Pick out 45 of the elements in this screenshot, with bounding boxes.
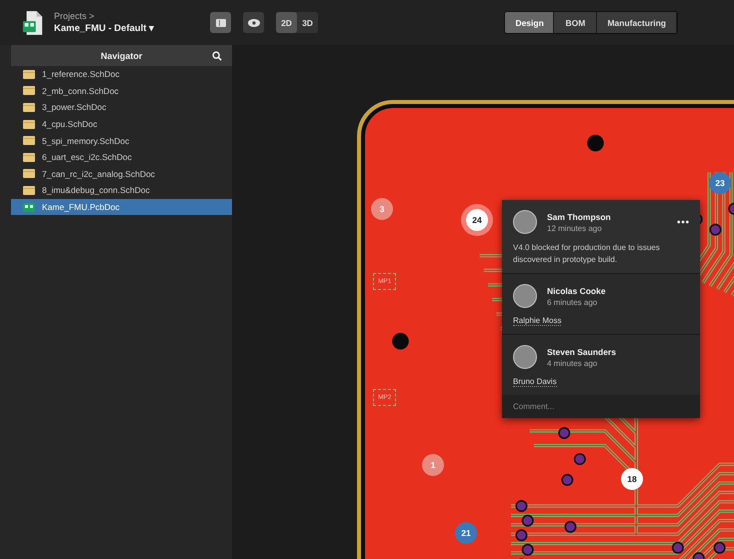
- folder-icon: [23, 186, 35, 195]
- comment-time: 4 minutes ago: [547, 358, 598, 368]
- circuit-board-icon: [23, 202, 35, 212]
- avatar: [513, 284, 537, 308]
- comment-time: 12 minutes ago: [547, 224, 603, 232]
- folder-icon: [23, 70, 35, 79]
- file-list-item[interactable]: 1_reference.SchDoc: [11, 66, 232, 83]
- list-view-button[interactable]: [210, 12, 231, 33]
- eye-icon: [248, 18, 260, 26]
- file-list-item[interactable]: 7_can_rc_i2c_analog.SchDoc: [11, 166, 232, 182]
- avatar: [513, 345, 537, 370]
- search-icon[interactable]: [212, 51, 222, 61]
- file-list-item[interactable]: Kame_FMU.PcbDoc: [11, 198, 232, 216]
- file-list-item[interactable]: 3_power.SchDoc: [11, 99, 232, 116]
- folder-icon: [23, 86, 35, 96]
- comment-author: Nicolas Cooke: [547, 286, 607, 296]
- comment-time: 6 minutes ago: [547, 298, 598, 307]
- avatar: [513, 210, 537, 234]
- mode-tab[interactable]: BOM: [554, 12, 598, 33]
- mode-tab[interactable]: Design: [505, 12, 554, 33]
- file-list-item[interactable]: 6_uart_esc_i2c.SchDoc: [11, 148, 232, 166]
- more-options-icon[interactable]: [677, 220, 689, 224]
- pcb-document-icon: [22, 10, 44, 36]
- navigator-title: Navigator: [100, 50, 142, 60]
- comment-author: Sam Thompson: [547, 212, 612, 222]
- file-list-item[interactable]: 2_mb_conn.SchDoc: [11, 82, 232, 100]
- list-icon: [216, 18, 226, 26]
- visibility-button[interactable]: [243, 12, 264, 33]
- folder-icon: [23, 102, 35, 112]
- comment-author: Steven Saunders: [547, 346, 617, 357]
- folder-icon: [23, 152, 35, 162]
- mention-link[interactable]: Ralphie Moss: [513, 316, 562, 326]
- project-dropdown[interactable]: Kame_FMU - Default ▾: [54, 22, 154, 34]
- view-mode-toggle[interactable]: 2D: [276, 12, 297, 33]
- comment-input[interactable]: Comment...: [502, 395, 700, 418]
- mode-tab[interactable]: Manufacturing: [597, 12, 677, 33]
- breadcrumb-link[interactable]: Projects >: [54, 11, 154, 21]
- mention-link[interactable]: Bruno Davis: [513, 377, 557, 388]
- file-list-item[interactable]: 5_spi_memory.SchDoc: [11, 132, 232, 149]
- file-list-item[interactable]: 4_cpu.SchDoc: [11, 116, 232, 132]
- comment-text: V4.0 blocked for production due to issues discovered in prototype build.: [513, 242, 661, 266]
- folder-icon: [23, 120, 35, 129]
- folder-icon: [23, 136, 35, 146]
- folder-icon: [23, 169, 35, 178]
- file-list-item[interactable]: 8_imu&debug_conn.SchDoc: [11, 182, 232, 199]
